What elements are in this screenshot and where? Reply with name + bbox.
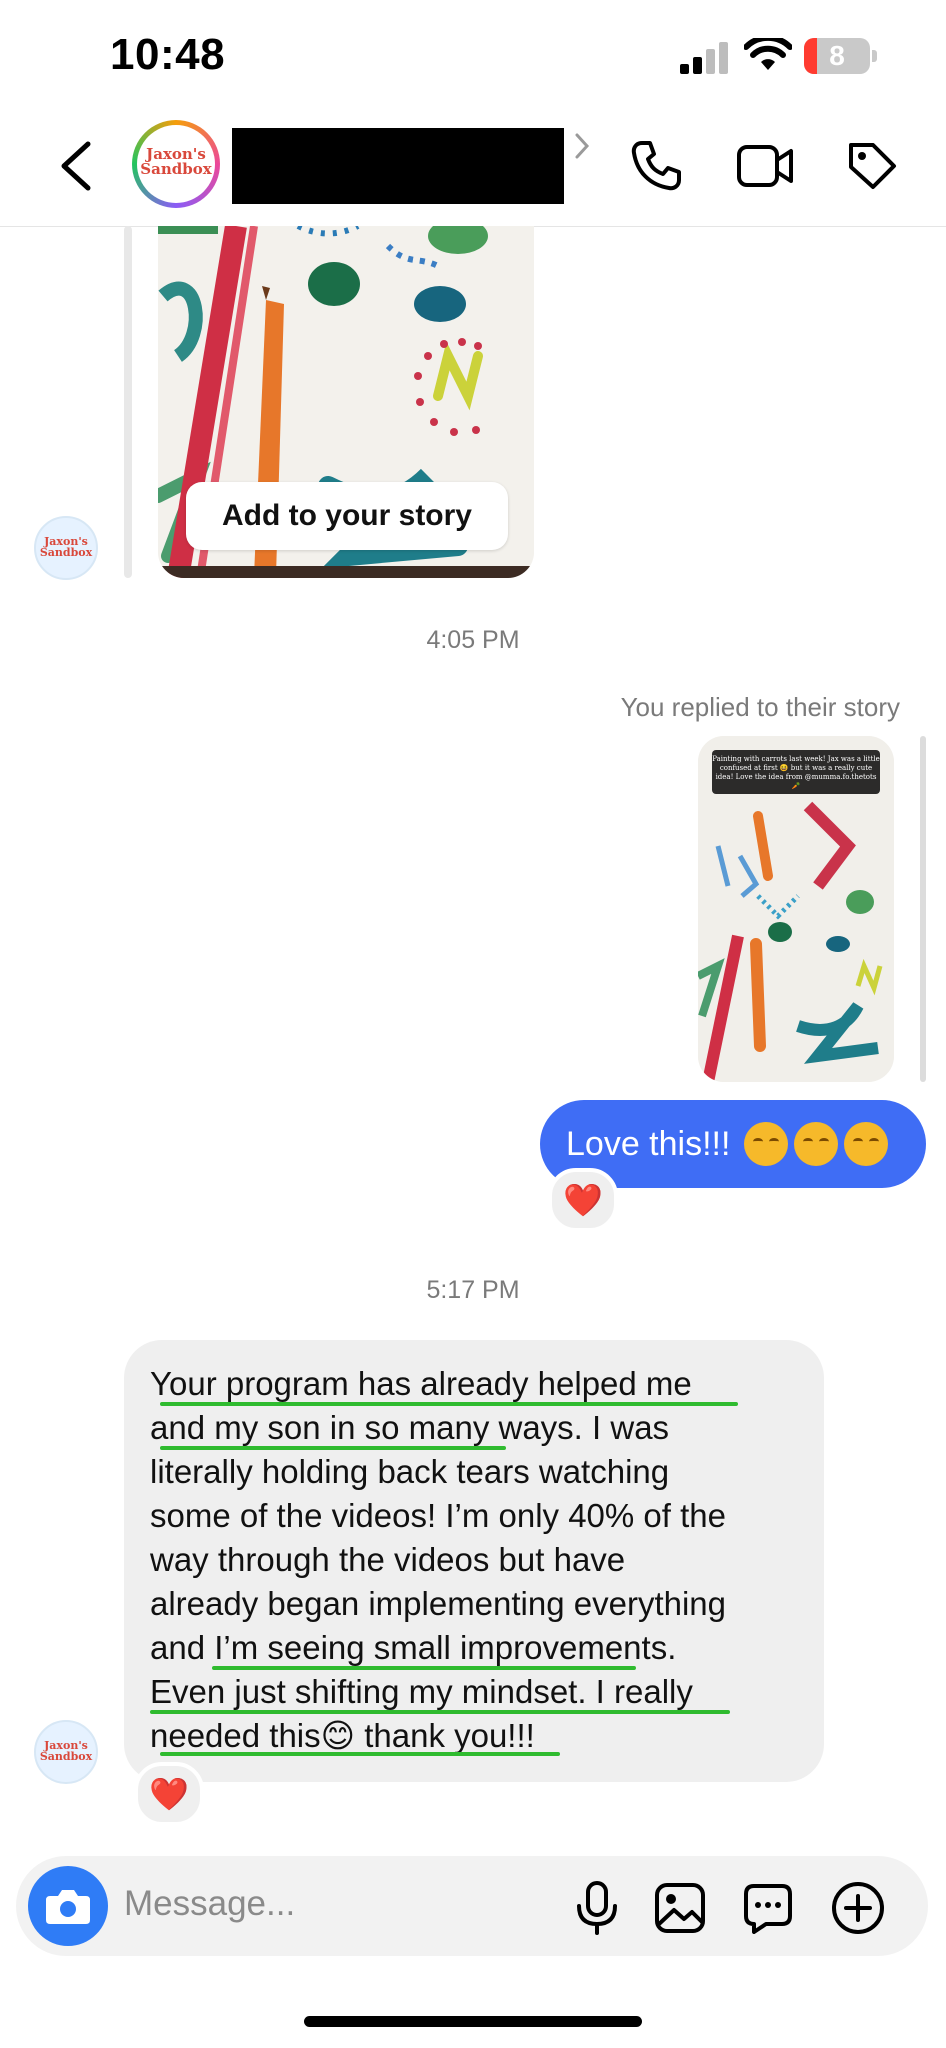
camera-icon: [46, 1890, 90, 1924]
chevron-right-icon[interactable]: [574, 132, 590, 160]
redacted-username[interactable]: [232, 128, 564, 204]
plus-circle-icon[interactable]: [830, 1880, 886, 1936]
replied-story-thumbnail[interactable]: Painting with carrots last week! Jax was…: [698, 736, 894, 1082]
status-time: 10:48: [110, 30, 226, 79]
message-line: and my son in so many ways. I was: [150, 1409, 670, 1446]
timestamp: 4:05 PM: [426, 626, 520, 654]
face-blowing-kiss-icon: [794, 1122, 839, 1166]
battery-cap: [872, 50, 877, 62]
chevron-left-icon[interactable]: [58, 140, 94, 192]
avatar-logo-text: Jaxon's Sandbox: [140, 145, 212, 178]
sent-message-text: Love this!!!: [566, 1124, 731, 1163]
face-blowing-kiss-icon: [844, 1122, 889, 1166]
highlight-underline: [212, 1666, 636, 1670]
message-line: way through the videos but have: [150, 1541, 626, 1578]
camera-button[interactable]: [28, 1866, 108, 1946]
timestamp: 5:17 PM: [426, 1276, 520, 1304]
scroll-indicator: [920, 736, 926, 1082]
message-line: and I’m seeing small improvements.: [150, 1629, 677, 1666]
video-camera-icon[interactable]: [736, 142, 794, 190]
message-line: literally holding back tears watching: [150, 1453, 670, 1490]
avatar-logo-text: Jaxon's Sandbox: [39, 535, 93, 559]
sender-avatar[interactable]: Jaxon's Sandbox: [34, 516, 98, 580]
message-line: Even just shifting my mindset. I really: [150, 1673, 693, 1710]
received-message-bubble[interactable]: Your program has already helped me and m…: [124, 1340, 824, 1782]
message-input[interactable]: Message...: [124, 1884, 295, 1924]
reply-context-label: You replied to their story: [620, 692, 900, 722]
story-caption: Painting with carrots last week! Jax was…: [712, 750, 880, 794]
face-blowing-kiss-icon: [744, 1122, 789, 1166]
phone-icon[interactable]: [628, 138, 684, 194]
heart-reaction[interactable]: ❤️: [548, 1168, 618, 1232]
battery-level: 8: [829, 40, 845, 71]
add-to-story-button[interactable]: Add to your story: [186, 482, 508, 550]
microphone-icon[interactable]: [574, 1880, 620, 1936]
highlight-underline: [160, 1752, 560, 1756]
highlight-underline: [160, 1402, 738, 1406]
message-line: already began implementing everything: [150, 1585, 727, 1622]
highlight-underline: [160, 1446, 506, 1450]
message-line: Your program has already helped me: [150, 1365, 692, 1402]
message-line: some of the videos! I’m only 40% of the: [150, 1497, 726, 1534]
chat-bubble-icon[interactable]: [742, 1882, 794, 1934]
home-indicator: [304, 2016, 642, 2027]
story-reply-bar: [124, 226, 132, 578]
heart-reaction[interactable]: ❤️: [134, 1762, 204, 1826]
received-message-text: Your program has already helped me and m…: [150, 1362, 810, 1758]
image-icon[interactable]: [654, 1882, 706, 1934]
highlight-underline: [150, 1710, 730, 1714]
sender-avatar[interactable]: Jaxon's Sandbox: [34, 1720, 98, 1784]
avatar-logo-text: Jaxon's Sandbox: [39, 1739, 93, 1763]
contact-avatar[interactable]: Jaxon's Sandbox: [132, 120, 220, 208]
tag-icon[interactable]: [846, 140, 898, 192]
wifi-icon: [744, 38, 792, 70]
cellular-signal-icon: [680, 42, 728, 74]
battery-icon: 8: [804, 38, 870, 74]
